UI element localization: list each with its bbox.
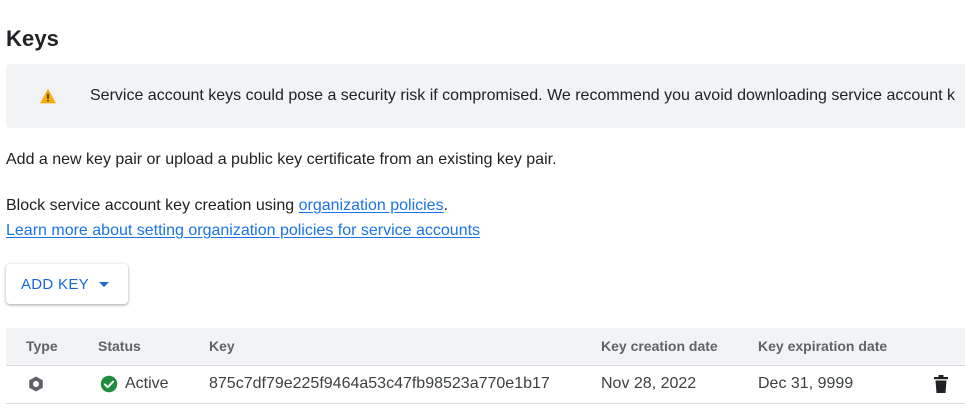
- column-header-expires: Key expiration date: [758, 338, 888, 354]
- organization-policies-link[interactable]: organization policies: [299, 197, 444, 214]
- add-key-label: ADD KEY: [21, 275, 89, 293]
- dropdown-caret-icon: [98, 281, 109, 287]
- intro-text: Add a new key pair or upload a public ke…: [6, 151, 557, 168]
- learn-more-container: Learn more about setting organization po…: [6, 222, 480, 240]
- keys-page: Keys Service account keys could pose a s…: [0, 0, 965, 408]
- column-header-key: Key: [209, 338, 235, 354]
- key-id: 875c7df79e225f9464a53c47fb98523a770e1b17: [209, 375, 550, 392]
- warning-banner: Service account keys could pose a securi…: [6, 64, 965, 128]
- page-title: Keys: [6, 26, 59, 51]
- status-text: Active: [125, 375, 169, 392]
- warning-icon: [40, 88, 56, 104]
- check-circle-icon: [100, 375, 118, 393]
- service-account-key-icon: [29, 376, 43, 392]
- warning-banner-text: Service account keys could pose a securi…: [90, 87, 955, 104]
- key-expiration-date: Dec 31, 9999: [758, 375, 854, 392]
- block-creation-suffix: .: [443, 197, 449, 214]
- delete-icon[interactable]: [934, 375, 948, 393]
- block-creation-text: Block service account key creation using…: [6, 197, 448, 215]
- column-header-created: Key creation date: [601, 338, 718, 354]
- table-row: Active 875c7df79e225f9464a53c47fb98523a7…: [6, 366, 965, 404]
- column-header-type: Type: [26, 338, 58, 354]
- table-header: Type Status Key Key creation date Key ex…: [6, 328, 965, 366]
- keys-table: Type Status Key Key creation date Key ex…: [6, 328, 965, 404]
- add-key-button[interactable]: ADD KEY: [6, 264, 128, 304]
- learn-more-link[interactable]: Learn more about setting organization po…: [6, 222, 480, 239]
- key-creation-date: Nov 28, 2022: [601, 375, 697, 392]
- block-creation-prefix: Block service account key creation using: [6, 197, 299, 214]
- column-header-status: Status: [98, 338, 141, 354]
